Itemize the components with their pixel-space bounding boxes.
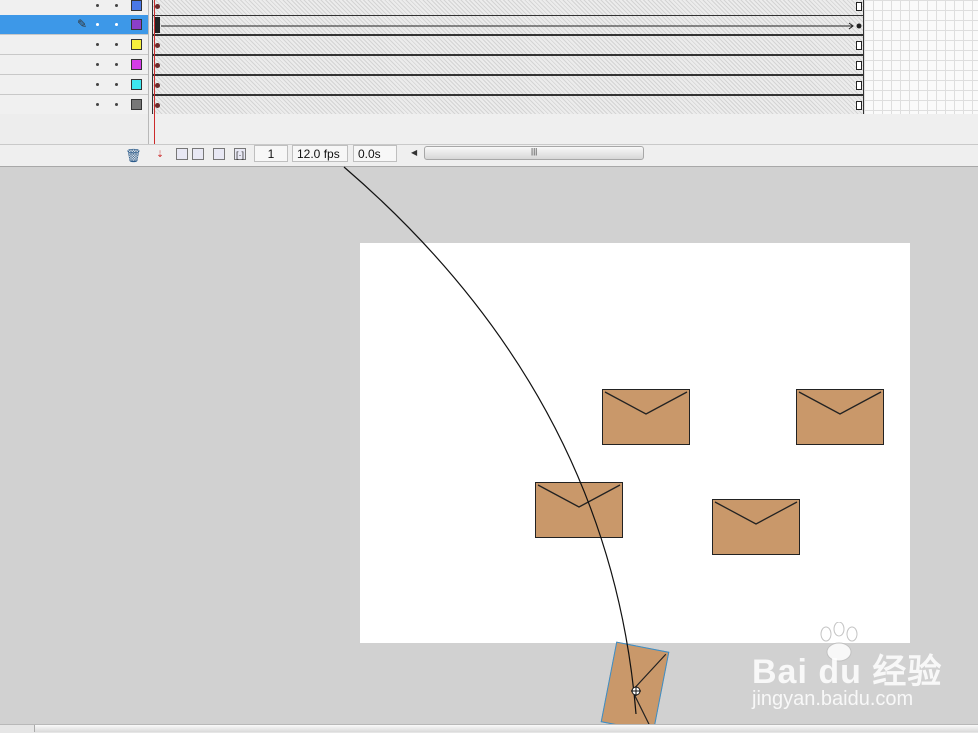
frame-row[interactable] [152,35,864,55]
keyframe[interactable] [155,4,160,9]
delete-layer-icon[interactable]: 🗑 [125,148,142,164]
onion-skin-outlines-icon[interactable] [192,148,204,160]
layer-color-swatch[interactable] [131,39,142,50]
end-frame[interactable] [856,81,862,90]
end-frame[interactable] [856,61,862,70]
end-frame[interactable] [856,2,862,11]
lock-dot[interactable] [115,4,118,7]
frame-grid[interactable] [150,0,864,115]
frame-row[interactable] [152,95,864,115]
layer-row[interactable] [0,75,148,95]
elapsed-time-field[interactable]: 0.0s [353,145,397,162]
pencil-icon: ✎ [77,17,88,31]
layer-row[interactable] [0,55,148,75]
lock-dot[interactable] [115,103,118,106]
layer-color-swatch[interactable] [131,79,142,90]
frame-rate-field[interactable]: 12.0 fps [292,145,348,162]
scroll-left-arrow-icon[interactable]: ◀ [411,148,417,157]
frame-row[interactable] [152,75,864,95]
edit-multiple-frames-icon[interactable] [213,148,225,160]
center-frame-icon[interactable]: ⇣ [154,148,166,160]
scroll-grip-icon: ||| [531,147,538,156]
lock-dot[interactable] [115,43,118,46]
watermark: Bai du 经验 jingyan.baidu.com [752,622,962,712]
layer-row[interactable] [0,95,148,115]
layer-color-swatch[interactable] [131,59,142,70]
visibility-dot[interactable] [96,63,99,66]
keyframe[interactable] [155,103,160,108]
lock-dot[interactable] [115,83,118,86]
layer-color-swatch[interactable] [131,19,142,30]
visibility-dot[interactable] [96,23,99,26]
timeline-horizontal-scrollbar[interactable]: ||| [424,146,644,160]
watermark-brand: Bai du 经验 [752,653,943,691]
frame-row[interactable] [152,0,864,16]
layer-row[interactable] [0,0,148,16]
lock-dot[interactable] [115,63,118,66]
timeline-toolbar: 🗑 ⇣ [·] 1 12.0 fps 0.0s ◀ ||| [0,144,978,167]
layer-color-swatch[interactable] [131,0,142,11]
visibility-dot[interactable] [96,83,99,86]
keyframe[interactable] [155,43,160,48]
layer-color-swatch[interactable] [131,99,142,110]
visibility-dot[interactable] [96,43,99,46]
playhead[interactable] [154,0,155,160]
keyframe[interactable] [155,63,160,68]
frame-row[interactable] [152,55,864,75]
registration-point-icon[interactable] [631,686,641,696]
timeline-panel: ✎ 🗑 ⇣ [·] 1 12.0 fps 0.0s ◀ ||| [0,0,978,167]
onion-skin-icon[interactable] [176,148,188,160]
scroll-thumb[interactable] [34,725,978,732]
watermark-url: jingyan.baidu.com [752,688,914,710]
end-frame[interactable] [856,101,862,110]
layer-row-selected[interactable]: ✎ [0,15,148,35]
motion-tween-arrow [154,17,862,33]
visibility-dot[interactable] [96,4,99,7]
end-frame[interactable] [856,41,862,50]
layer-row[interactable] [0,35,148,55]
visibility-dot[interactable] [96,103,99,106]
frame-grid-ruler [864,0,978,114]
frame-grid-empty-area [150,114,978,144]
current-frame-field[interactable]: 1 [254,145,288,162]
frame-row-tween[interactable] [152,15,864,35]
lock-dot[interactable] [115,23,118,26]
layer-list-empty-area [0,114,148,144]
keyframe[interactable] [155,83,160,88]
modify-onion-markers-icon[interactable]: [·] [234,148,246,160]
